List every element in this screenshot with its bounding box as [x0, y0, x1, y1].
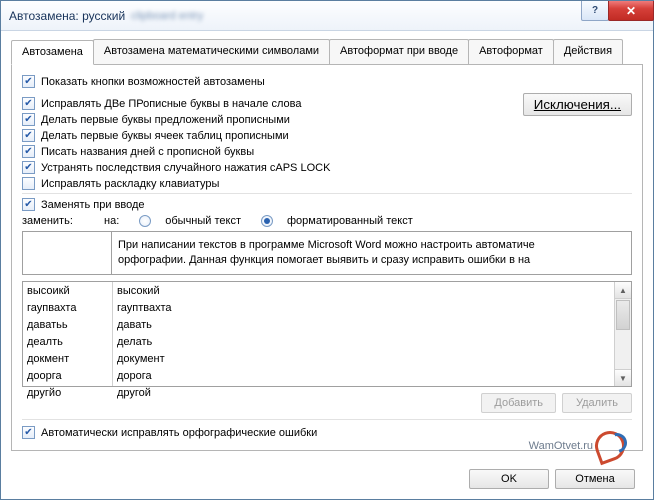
table-row[interactable]: документ — [113, 350, 614, 367]
tab-autoformat[interactable]: Автоформат — [468, 39, 554, 64]
table-row[interactable]: делать — [113, 333, 614, 350]
table-row[interactable]: высокий — [113, 282, 614, 299]
radio-formatted-text[interactable] — [261, 215, 273, 227]
replacements-table[interactable]: высоикйгаупвахтадаватььдеалтьдокментдоор… — [22, 281, 632, 387]
checkbox-caps-lock[interactable] — [22, 161, 35, 174]
table-scrollbar[interactable]: ▲ ▼ — [614, 282, 631, 386]
table-row[interactable]: высоикй — [23, 282, 112, 299]
checkbox-show-options[interactable] — [22, 75, 35, 88]
scroll-up-icon[interactable]: ▲ — [615, 282, 631, 299]
table-row[interactable]: дорога — [113, 367, 614, 384]
label-caps-lock: Устранять последствия случайного нажатия… — [41, 162, 330, 174]
help-button[interactable]: ? — [581, 1, 609, 21]
table-row[interactable]: деалть — [23, 333, 112, 350]
tab-actions[interactable]: Действия — [553, 39, 623, 64]
replace-label: заменить: — [22, 215, 94, 227]
close-button[interactable]: ✕ — [608, 1, 654, 21]
scroll-thumb[interactable] — [616, 300, 630, 330]
checkbox-table-caps[interactable] — [22, 129, 35, 142]
delete-button[interactable]: Удалить — [562, 393, 632, 413]
tab-autoformat-typing[interactable]: Автоформат при вводе — [329, 39, 469, 64]
cancel-button[interactable]: Отмена — [555, 469, 635, 489]
label-sentence-caps: Делать первые буквы предложений прописны… — [41, 114, 290, 126]
label-plain-text: обычный текст — [165, 215, 241, 227]
scroll-down-icon[interactable]: ▼ — [615, 369, 631, 386]
titlebar: Автозамена: русский clipboard entry ? ✕ — [1, 1, 653, 31]
checkbox-sentence-caps[interactable] — [22, 113, 35, 126]
replace-input[interactable] — [22, 231, 112, 275]
ok-button[interactable]: OK — [469, 469, 549, 489]
tab-autocorrect[interactable]: Автозамена — [11, 40, 94, 65]
label-keyboard-layout: Исправлять раскладку клавиатуры — [41, 178, 219, 190]
window-title: Автозамена: русский — [9, 9, 125, 23]
table-row[interactable]: даватьь — [23, 316, 112, 333]
table-row[interactable]: доорга — [23, 367, 112, 384]
logo-icon — [595, 431, 625, 461]
label-formatted-text: форматированный текст — [287, 215, 413, 227]
table-row[interactable]: гаупвахта — [23, 299, 112, 316]
checkbox-two-caps[interactable] — [22, 97, 35, 110]
watermark: WamOtvet.ru — [529, 431, 625, 461]
checkbox-keyboard-layout[interactable] — [22, 177, 35, 190]
tab-panel: Показать кнопки возможностей автозамены … — [11, 65, 643, 451]
checkbox-auto-spell[interactable] — [22, 426, 35, 439]
label-show-options: Показать кнопки возможностей автозамены — [41, 76, 265, 88]
tab-math-autocorrect[interactable]: Автозамена математическими символами — [93, 39, 330, 64]
table-row[interactable]: докмент — [23, 350, 112, 367]
tabs: Автозамена Автозамена математическими си… — [11, 39, 643, 65]
checkbox-day-names[interactable] — [22, 145, 35, 158]
table-row[interactable]: гауптвахта — [113, 299, 614, 316]
label-two-caps: Исправлять ДВе ПРописные буквы в начале … — [41, 98, 301, 110]
on-label: на: — [104, 215, 119, 227]
add-button[interactable]: Добавить — [481, 393, 556, 413]
label-replace-on-type: Заменять при вводе — [41, 199, 145, 211]
title-blurred: clipboard entry — [131, 10, 203, 22]
table-row[interactable]: другйо — [23, 384, 112, 401]
with-preview: При написании текстов в программе Micros… — [112, 231, 632, 275]
radio-plain-text[interactable] — [139, 215, 151, 227]
label-auto-spell: Автоматически исправлять орфографические… — [41, 427, 317, 439]
exceptions-button[interactable]: Исключения... — [523, 93, 632, 116]
label-table-caps: Делать первые буквы ячеек таблиц прописн… — [41, 130, 289, 142]
label-day-names: Писать названия дней с прописной буквы — [41, 146, 254, 158]
checkbox-replace-on-type[interactable] — [22, 198, 35, 211]
table-row[interactable]: давать — [113, 316, 614, 333]
